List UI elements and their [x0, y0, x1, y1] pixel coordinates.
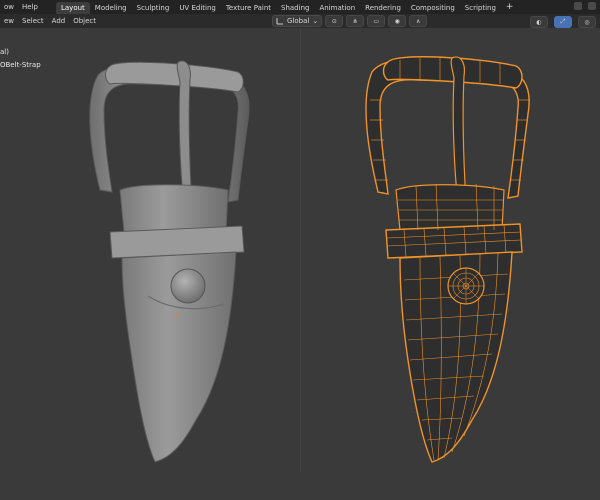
- wire-strap-upper: [395, 184, 505, 231]
- stud: [170, 268, 206, 304]
- buckle-roller: [105, 61, 244, 93]
- strap-upper: [119, 184, 229, 233]
- scene-render: [89, 56, 530, 463]
- wire-stud: [447, 267, 485, 305]
- wire-prong: [450, 56, 467, 205]
- wireframe-model: [365, 56, 530, 463]
- solid-model: [89, 60, 250, 463]
